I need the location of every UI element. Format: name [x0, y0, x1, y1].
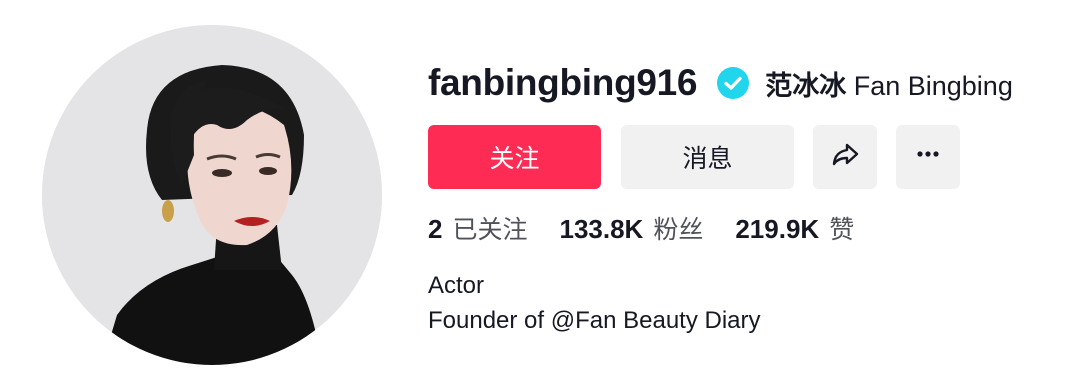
- following-count: 2: [428, 214, 443, 244]
- message-button[interactable]: 消息: [621, 125, 794, 189]
- stat-following[interactable]: 2 已关注: [428, 210, 527, 246]
- bio-line: Founder of @Fan Beauty Diary: [428, 307, 761, 334]
- verified-badge-icon: [717, 67, 750, 99]
- avatar-image: [42, 25, 382, 365]
- likes-label: 赞: [829, 216, 855, 244]
- display-name-cn: 范冰冰: [765, 70, 847, 101]
- profile-avatar[interactable]: [42, 25, 382, 365]
- name-row: fanbingbing916 范冰冰 Fan Bingbing: [428, 58, 1068, 108]
- more-button[interactable]: [896, 125, 960, 189]
- share-icon: [830, 139, 860, 176]
- share-button[interactable]: [813, 125, 877, 189]
- follow-button[interactable]: 关注: [428, 125, 601, 189]
- profile-bio: Actor Founder of @Fan Beauty Diary: [428, 268, 761, 338]
- action-buttons: 关注 消息: [428, 125, 960, 189]
- display-name-en: Fan Bingbing: [853, 70, 1013, 101]
- followers-label: 粉丝: [653, 216, 704, 244]
- profile-stats: 2 已关注 133.8K 粉丝 219.9K 赞: [428, 210, 886, 246]
- more-icon: [913, 139, 943, 176]
- stat-followers[interactable]: 133.8K 粉丝: [559, 210, 703, 246]
- bio-line: Actor: [428, 272, 485, 299]
- followers-count: 133.8K: [559, 214, 644, 244]
- following-label: 已关注: [452, 216, 528, 244]
- stat-likes: 219.9K 赞: [735, 210, 854, 246]
- username: fanbingbing916: [428, 62, 698, 103]
- likes-count: 219.9K: [735, 214, 820, 244]
- profile-info: fanbingbing916 范冰冰 Fan Bingbing 关注 消息 2 …: [428, 58, 1068, 334]
- display-name: 范冰冰 Fan Bingbing: [765, 64, 1013, 103]
